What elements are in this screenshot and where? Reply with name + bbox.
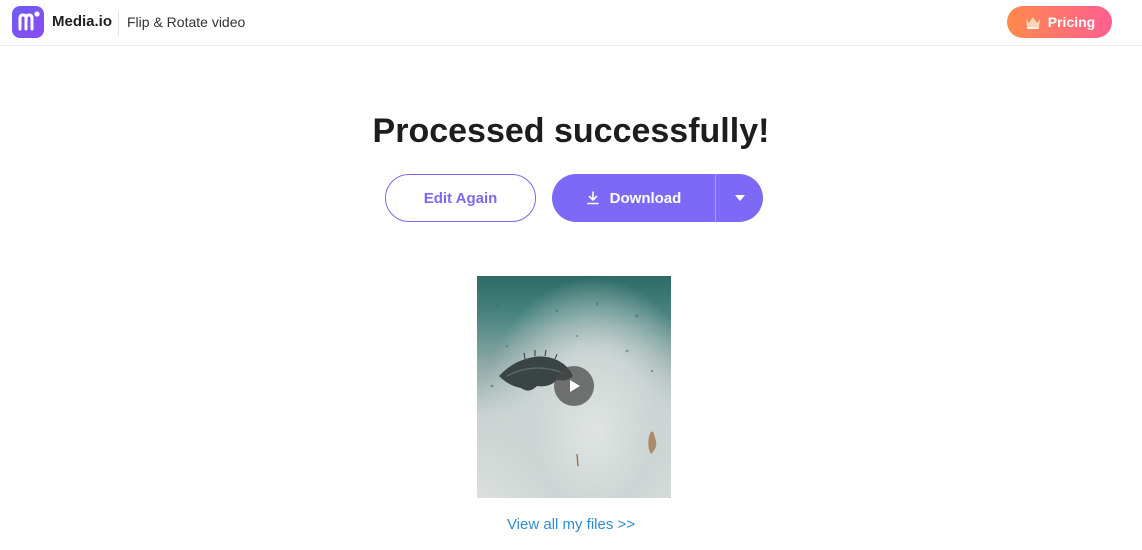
pricing-label: Pricing	[1047, 14, 1096, 30]
download-button-group: Download	[552, 174, 763, 222]
download-label: Download	[609, 189, 682, 207]
view-all-files-link[interactable]: View all my files >>	[0, 516, 1142, 533]
top-header: Media.io Flip & Rotate video Pricing	[0, 0, 1142, 46]
caret-down-icon	[734, 195, 745, 201]
brand-name[interactable]: Media.io	[52, 13, 112, 30]
play-button[interactable]	[554, 366, 594, 406]
header-divider	[118, 11, 119, 35]
edit-again-label: Edit Again	[423, 189, 498, 207]
download-button[interactable]: Download	[552, 174, 715, 222]
page-title: Processed successfully!	[372, 112, 770, 150]
pricing-button[interactable]: Pricing	[1007, 6, 1112, 38]
download-options-dropdown[interactable]	[716, 174, 763, 222]
media-io-logo-icon[interactable]	[12, 6, 44, 38]
play-icon	[570, 380, 580, 392]
edit-again-button[interactable]: Edit Again	[385, 174, 536, 222]
tool-name: Flip & Rotate video	[127, 14, 246, 30]
download-icon	[586, 191, 599, 205]
crown-icon	[1025, 17, 1040, 29]
